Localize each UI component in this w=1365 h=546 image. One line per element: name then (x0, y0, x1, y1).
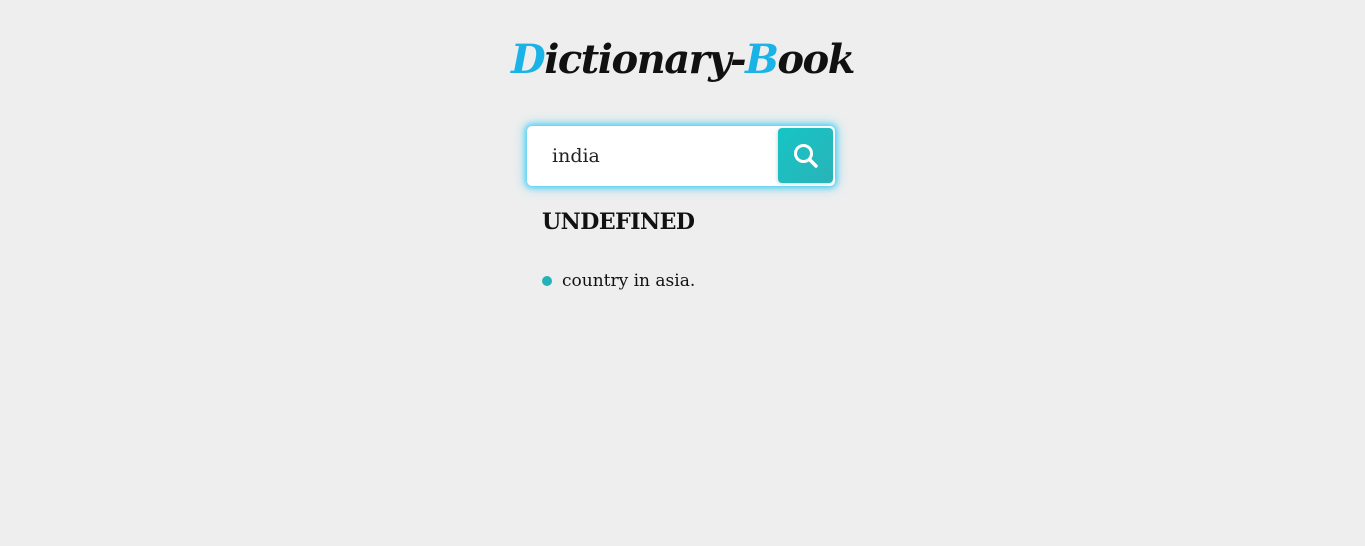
search-icon (793, 143, 818, 168)
title-initial-b: B (745, 36, 779, 83)
definition-list: country in asia. (542, 268, 695, 294)
definition-text: country in asia. (562, 271, 696, 291)
title-initial-d: D (511, 36, 546, 83)
bullet-icon (542, 276, 552, 286)
definition-item: country in asia. (542, 268, 695, 294)
search-button[interactable] (778, 128, 833, 183)
search-input[interactable] (527, 126, 777, 186)
search-box (527, 126, 835, 186)
title-part-2: ook (777, 36, 855, 83)
result-word: UNDEFINED (542, 209, 695, 235)
title-part-1: ictionary- (544, 36, 746, 83)
app-title: Dictionary-Book (0, 34, 1365, 86)
